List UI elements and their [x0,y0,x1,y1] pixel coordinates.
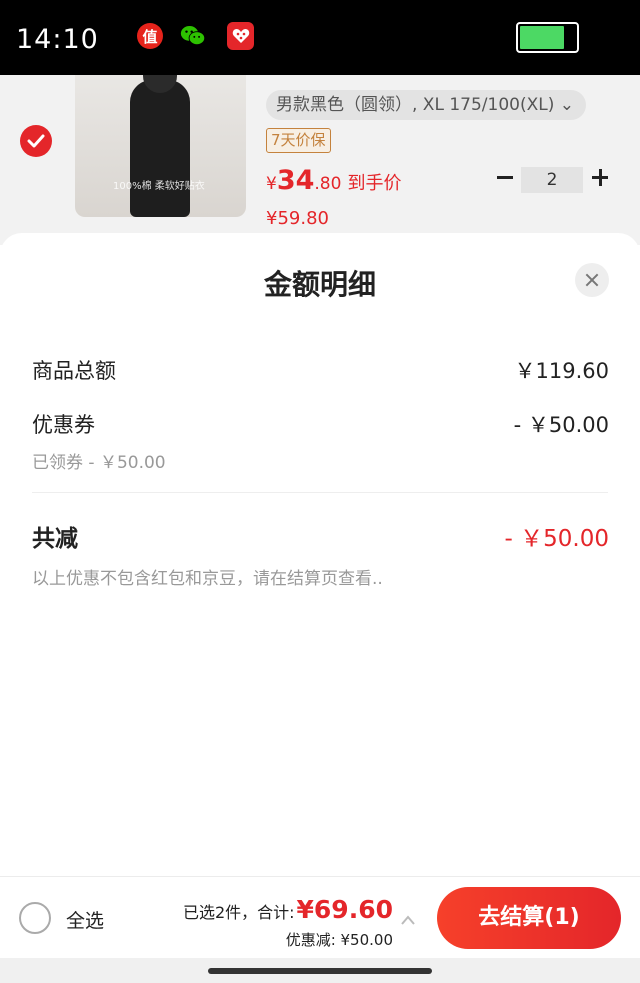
sheet-title: 金额明细 [263,268,376,301]
battery-icon [516,22,579,53]
home-indicator[interactable] [208,968,432,974]
price-suffix: 到手价 [347,173,402,194]
wechat-app-icon [180,23,206,49]
product-image-caption: 100%棉 柔软好贴衣 [113,181,205,192]
selected-count-text: 已选2件，合计: [182,903,295,922]
select-all-checkbox[interactable] [19,902,51,934]
jd-app-icon [227,22,254,50]
cart-item: 100%棉 柔软好贴衣 男款黑色（圆领）, XL 175/100(XL) ⌄ 7… [0,75,640,245]
status-bar: 14:10 值 [0,0,640,75]
checkout-bar: 全选 已选2件，合计:¥69.60 优惠减: ¥50.00 去结算(1) [0,876,640,958]
checkout-button[interactable]: 去结算(1) [437,887,621,949]
coupon-value: - ￥50.00 [513,413,609,437]
goods-total-label: 商品总额 [32,359,116,383]
price-decimal: .80 [314,174,342,194]
coupon-label: 优惠券 [32,413,95,437]
total-reduce-label: 共减 [32,526,78,552]
price-protect-tag: 7天价保 [266,128,331,153]
quantity-input[interactable]: 2 [521,167,583,193]
amount-detail-sheet: 金额明细 商品总额 ￥119.60 优惠券 - ￥50.00 已领券 - ￥50… [0,233,640,876]
battery-level [520,26,564,49]
original-price: ¥59.80 [266,208,329,229]
zhi-app-icon: 值 [137,23,163,49]
price-currency: ¥ [266,174,277,194]
summary-line: 已选2件，合计:¥69.60 [183,895,393,924]
total-reduce-value: - ￥50.00 [504,526,609,552]
status-time: 14:10 [16,24,99,55]
home-indicator-area [0,958,640,983]
discount-note: 以上优惠不包含红包和京豆，请在结算页查看.. [32,569,383,589]
price-integer: 34 [276,165,315,196]
quantity-plus-button[interactable] [589,167,611,189]
select-all-label[interactable]: 全选 [66,906,104,933]
chevron-up-icon[interactable] [400,911,415,925]
coupon-sub-label: 已领券 - ￥50.00 [32,453,166,473]
product-figure [130,80,190,217]
quantity-minus-button[interactable] [494,167,516,189]
divider [32,492,608,493]
sku-selector[interactable]: 男款黑色（圆领）, XL 175/100(XL) ⌄ [266,90,586,120]
total-amount: ¥69.60 [296,895,393,924]
discount-summary: 优惠减: ¥50.00 [285,931,393,949]
goods-total-value: ￥119.60 [514,359,609,383]
checkmark-icon [27,134,45,148]
product-image[interactable]: 100%棉 柔软好贴衣 [75,75,246,217]
item-checkbox[interactable] [20,125,52,157]
close-button[interactable] [575,263,609,297]
final-price: ¥34.80 到手价 [266,165,401,196]
